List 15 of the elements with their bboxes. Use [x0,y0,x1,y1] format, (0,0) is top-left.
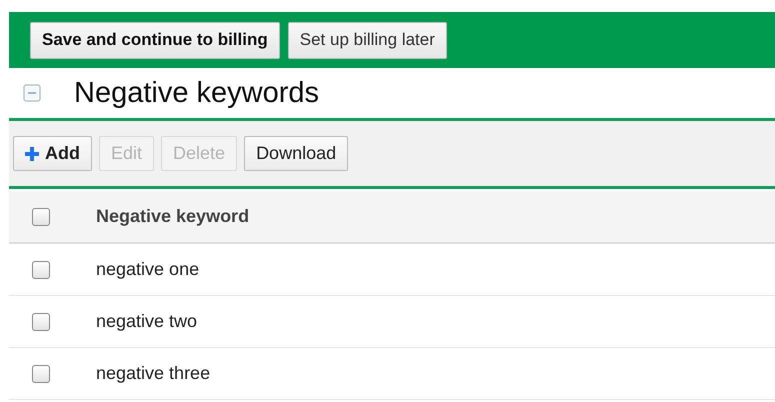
section-title: Negative keywords [74,76,319,110]
collapse-icon[interactable] [23,84,41,102]
keyword-cell: negative three [96,363,210,384]
add-button[interactable]: Add [13,136,92,171]
row-checkbox[interactable] [32,364,50,382]
plus-icon [25,146,39,160]
keyword-cell: negative one [96,259,200,280]
save-button[interactable]: Save and continue to billing [30,22,280,58]
row-checkbox[interactable] [32,260,50,278]
row-checkbox[interactable] [32,312,50,330]
toolbar-button[interactable]: Download [244,136,348,171]
skip-button[interactable]: Set up billing later [288,22,447,58]
select-all-checkbox[interactable] [32,208,50,226]
column-header: Negative keyword [96,206,250,227]
keyword-cell: negative two [96,311,198,332]
